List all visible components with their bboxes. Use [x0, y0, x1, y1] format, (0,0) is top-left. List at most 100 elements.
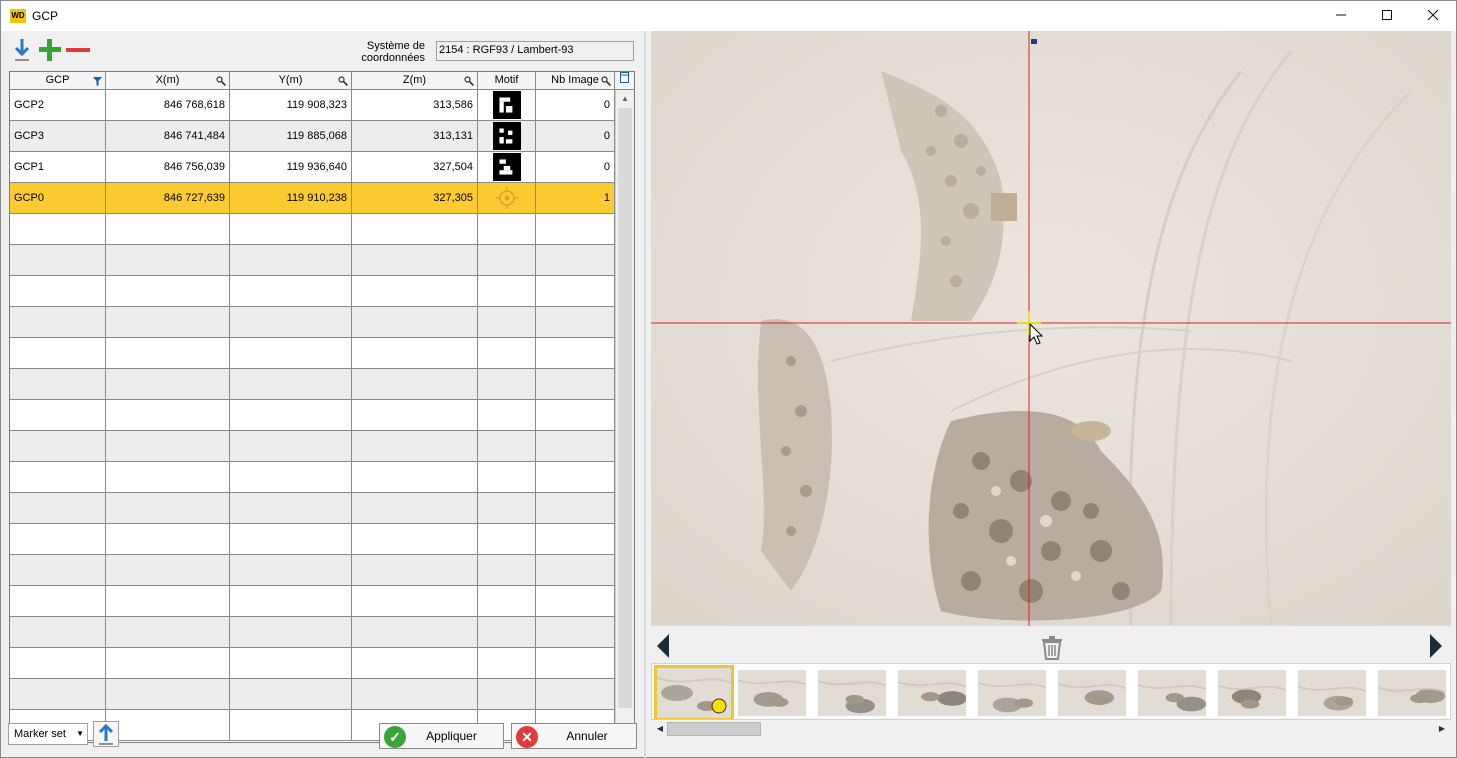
table-cell-motif[interactable]: [478, 431, 536, 462]
table-cell-y[interactable]: [230, 524, 352, 555]
table-row[interactable]: [10, 586, 615, 617]
table-cell-gcp[interactable]: [10, 369, 106, 400]
image-thumbnail[interactable]: [738, 668, 806, 718]
image-thumbnail[interactable]: [1378, 668, 1446, 718]
table-cell-y[interactable]: [230, 555, 352, 586]
table-row[interactable]: [10, 400, 615, 431]
table-row[interactable]: [10, 524, 615, 555]
table-cell-gcp[interactable]: [10, 617, 106, 648]
table-cell-z[interactable]: [352, 679, 478, 710]
image-thumbnail[interactable]: [1138, 668, 1206, 718]
table-cell-motif[interactable]: [478, 679, 536, 710]
table-row[interactable]: GCP3 846 741,484 119 885,068 313,131 0: [10, 121, 615, 152]
import-button[interactable]: [10, 37, 36, 63]
table-cell-z[interactable]: [352, 400, 478, 431]
table-cell-y[interactable]: [230, 245, 352, 276]
table-cell-y[interactable]: [230, 710, 352, 741]
table-row[interactable]: [10, 648, 615, 679]
image-thumbnail[interactable]: [654, 665, 734, 721]
table-cell-z[interactable]: [352, 431, 478, 462]
table-cell-x[interactable]: [106, 586, 230, 617]
table-cell-x[interactable]: 846 756,039: [106, 152, 230, 183]
column-chooser-icon[interactable]: [615, 72, 634, 90]
close-button[interactable]: [1410, 1, 1456, 31]
table-cell-z[interactable]: 327,504: [352, 152, 478, 183]
image-thumbnail[interactable]: [898, 668, 966, 718]
table-row[interactable]: GCP1 846 756,039 119 936,640 327,504 0: [10, 152, 615, 183]
table-cell-gcp[interactable]: [10, 307, 106, 338]
table-cell-y[interactable]: [230, 214, 352, 245]
column-header-motif[interactable]: Motif: [478, 72, 536, 90]
table-row[interactable]: [10, 338, 615, 369]
table-cell-y[interactable]: [230, 586, 352, 617]
scroll-right-arrow-icon[interactable]: ▶: [1435, 721, 1449, 737]
table-cell-y[interactable]: [230, 276, 352, 307]
table-cell-y[interactable]: 119 908,323: [230, 90, 352, 121]
table-cell-y[interactable]: [230, 648, 352, 679]
table-cell-gcp[interactable]: [10, 276, 106, 307]
table-cell-nb[interactable]: 1: [536, 183, 615, 214]
panel-splitter[interactable]: [644, 31, 646, 758]
column-header-x[interactable]: X(m): [106, 72, 230, 90]
table-cell-motif[interactable]: [478, 462, 536, 493]
table-cell-nb[interactable]: [536, 555, 615, 586]
table-cell-gcp[interactable]: [10, 648, 106, 679]
table-cell-nb[interactable]: 0: [536, 121, 615, 152]
table-cell-motif[interactable]: [478, 555, 536, 586]
table-cell-z[interactable]: [352, 617, 478, 648]
table-cell-x[interactable]: [106, 555, 230, 586]
table-cell-gcp[interactable]: [10, 493, 106, 524]
table-cell-motif[interactable]: [478, 617, 536, 648]
table-cell-gcp[interactable]: [10, 555, 106, 586]
table-cell-motif[interactable]: [478, 586, 536, 617]
table-cell-z[interactable]: [352, 276, 478, 307]
table-cell-y[interactable]: 119 910,238: [230, 183, 352, 214]
delete-image-button[interactable]: [1041, 636, 1063, 660]
next-image-button[interactable]: [1429, 634, 1443, 658]
table-cell-motif[interactable]: [478, 214, 536, 245]
table-cell-x[interactable]: [106, 276, 230, 307]
table-cell-nb[interactable]: [536, 338, 615, 369]
table-row[interactable]: GCP2 846 768,618 119 908,323 313,586 0: [10, 90, 615, 121]
apply-button[interactable]: ✓ Appliquer: [379, 723, 504, 749]
table-row[interactable]: [10, 462, 615, 493]
table-cell-nb[interactable]: [536, 214, 615, 245]
cancel-button[interactable]: ✕ Annuler: [511, 723, 637, 749]
image-thumbnail[interactable]: [1058, 668, 1126, 718]
table-cell-gcp[interactable]: GCP2: [10, 90, 106, 121]
maximize-button[interactable]: [1364, 1, 1410, 31]
table-cell-gcp[interactable]: [10, 462, 106, 493]
table-row[interactable]: [10, 493, 615, 524]
table-cell-z[interactable]: 313,586: [352, 90, 478, 121]
table-cell-nb[interactable]: 0: [536, 90, 615, 121]
table-cell-nb[interactable]: [536, 648, 615, 679]
image-thumbnail[interactable]: [1298, 668, 1366, 718]
add-gcp-button[interactable]: [37, 37, 63, 63]
table-row[interactable]: [10, 369, 615, 400]
table-cell-motif[interactable]: [478, 369, 536, 400]
table-cell-motif[interactable]: [478, 152, 536, 183]
table-cell-x[interactable]: [106, 462, 230, 493]
table-cell-y[interactable]: [230, 307, 352, 338]
table-cell-x[interactable]: [106, 679, 230, 710]
image-thumbnail[interactable]: [978, 668, 1046, 718]
table-cell-z[interactable]: [352, 338, 478, 369]
table-cell-z[interactable]: [352, 524, 478, 555]
table-cell-nb[interactable]: [536, 400, 615, 431]
table-row[interactable]: [10, 431, 615, 462]
image-thumbnail[interactable]: [1218, 668, 1286, 718]
table-cell-nb[interactable]: [536, 462, 615, 493]
table-cell-motif[interactable]: [478, 307, 536, 338]
column-header-nb-image[interactable]: Nb Image: [536, 72, 615, 90]
table-cell-z[interactable]: [352, 245, 478, 276]
table-cell-gcp[interactable]: [10, 586, 106, 617]
table-cell-gcp[interactable]: GCP3: [10, 121, 106, 152]
table-cell-x[interactable]: 846 741,484: [106, 121, 230, 152]
table-cell-nb[interactable]: [536, 431, 615, 462]
table-cell-y[interactable]: [230, 431, 352, 462]
aerial-image-viewer[interactable]: [651, 31, 1451, 626]
table-row[interactable]: [10, 245, 615, 276]
column-header-z[interactable]: Z(m): [352, 72, 478, 90]
table-cell-motif[interactable]: [478, 338, 536, 369]
table-cell-x[interactable]: [106, 245, 230, 276]
